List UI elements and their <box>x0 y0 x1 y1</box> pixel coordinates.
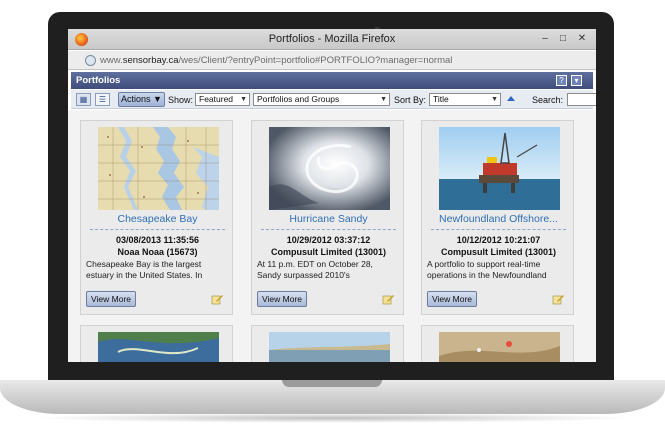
view-more-button[interactable]: View More <box>257 291 307 307</box>
filter-select[interactable]: Portfolios and Groups ▼ <box>253 93 390 106</box>
card-description: At 11 p.m. EDT on October 28, Sandy surp… <box>257 259 373 280</box>
divider <box>431 229 566 230</box>
card-title[interactable]: Hurricane Sandy <box>252 213 405 225</box>
panel-header: Portfolios ? ▾ <box>71 72 593 89</box>
show-select-value: Featured <box>199 94 234 104</box>
portfolio-card[interactable]: Chesapeake Bay 03/08/2013 11:35:56 Noaa … <box>80 120 233 315</box>
card-date: 03/08/2013 11:35:56 <box>115 235 200 245</box>
browser-window: Portfolios - Mozilla Firefox – □ ✕ www.s… <box>68 29 596 362</box>
map-thumbnail[interactable] <box>98 127 219 210</box>
aerial-thumbnail[interactable] <box>439 332 560 362</box>
address-bar[interactable]: www.sensorbay.ca/wes/Client/?entryPoint=… <box>68 51 596 70</box>
globe-icon <box>85 55 96 66</box>
map-thumbnail[interactable] <box>98 332 219 362</box>
portfolio-grid: Chesapeake Bay 03/08/2013 11:35:56 Noaa … <box>68 110 596 362</box>
maximize-button[interactable]: □ <box>556 33 570 45</box>
sort-label: Sort By: <box>394 95 427 105</box>
card-date: 10/12/2012 10:21:07 <box>456 235 541 245</box>
chevron-down-icon: ▼ <box>491 96 498 103</box>
divider <box>261 229 396 230</box>
grid-view-icon[interactable]: ▦ <box>76 93 91 106</box>
card-description: Chesapeake Bay is the largest estuary in… <box>86 259 203 280</box>
card-title[interactable]: Newfoundland Offshore... <box>422 213 575 225</box>
toolbar: ▦ ☰ Actions ▼ Show: Featured ▼ Portfolios… <box>71 90 596 109</box>
card-owner: Compusult Limited (13001) <box>440 247 557 257</box>
edit-icon[interactable] <box>211 292 223 305</box>
laptop-frame: Portfolios - Mozilla Firefox – □ ✕ www.s… <box>0 0 665 429</box>
list-view-icon[interactable]: ☰ <box>95 93 110 106</box>
coast-thumbnail[interactable] <box>269 332 390 362</box>
edit-icon[interactable] <box>382 292 394 305</box>
sort-select[interactable]: Title ▼ <box>429 93 501 106</box>
settings-menu-icon[interactable]: ▾ <box>571 75 582 86</box>
url-domain: sensorbay.ca <box>122 55 179 66</box>
portfolio-card[interactable]: Hurricane Sandy 10/29/2012 03:37:12 Comp… <box>251 120 404 315</box>
satellite-thumbnail[interactable] <box>269 127 390 210</box>
portfolio-card[interactable] <box>251 325 404 362</box>
edit-icon[interactable] <box>552 292 564 305</box>
portfolio-card[interactable]: Newfoundland Offshore... 10/12/2012 10:2… <box>421 120 574 315</box>
actions-button[interactable]: Actions ▼ <box>118 92 165 107</box>
card-owner: Noaa Noaa (15673) <box>117 247 198 257</box>
search-label: Search: <box>532 95 564 105</box>
window-titlebar: Portfolios - Mozilla Firefox – □ ✕ <box>68 29 596 50</box>
card-date: 10/29/2012 03:37:12 <box>286 235 371 245</box>
url-text[interactable]: www.sensorbay.ca/wes/Client/?entryPoint=… <box>100 55 452 66</box>
portfolio-card[interactable] <box>421 325 574 362</box>
oil-platform-thumbnail[interactable] <box>439 127 560 210</box>
url-path: /wes/Client/?entryPoint=portfolio#PORTFO… <box>178 55 453 66</box>
sort-ascending-icon[interactable] <box>507 96 515 101</box>
url-prefix: www. <box>100 55 123 66</box>
show-select[interactable]: Featured ▼ <box>195 93 250 106</box>
sort-select-value: Title <box>433 94 449 104</box>
laptop-notch <box>282 380 382 387</box>
view-more-button[interactable]: View More <box>427 291 477 307</box>
view-more-button[interactable]: View More <box>86 291 136 307</box>
window-title: Portfolios - Mozilla Firefox <box>268 33 396 45</box>
chevron-down-icon: ▼ <box>380 96 387 103</box>
card-title[interactable]: Chesapeake Bay <box>81 213 234 225</box>
portfolio-card[interactable] <box>80 325 233 362</box>
minimize-button[interactable]: – <box>538 33 552 45</box>
divider <box>90 229 225 230</box>
filter-select-value: Portfolios and Groups <box>257 94 340 104</box>
show-label: Show: <box>168 95 194 105</box>
panel-title: Portfolios <box>76 75 121 86</box>
search-input[interactable] <box>567 93 596 106</box>
card-description: A portfolio to support real-time operati… <box>427 259 547 280</box>
card-owner: Compusult Limited (13001) <box>270 247 387 257</box>
close-button[interactable]: ✕ <box>575 33 589 45</box>
help-icon[interactable]: ? <box>556 75 567 86</box>
chevron-down-icon: ▼ <box>240 96 247 103</box>
laptop-shadow <box>30 413 635 423</box>
